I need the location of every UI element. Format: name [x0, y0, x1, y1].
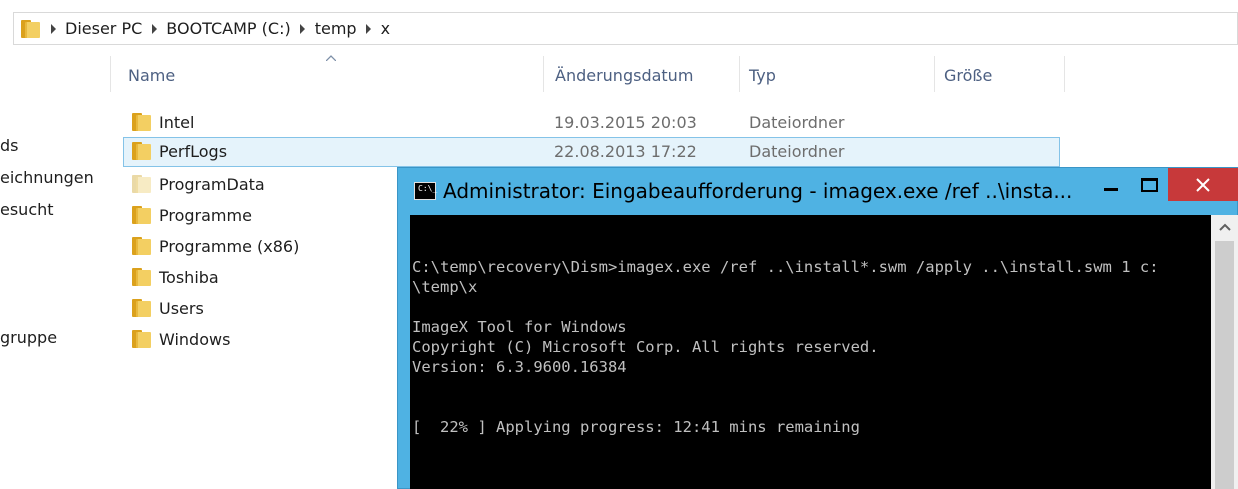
chevron-up-icon — [1218, 223, 1231, 231]
sort-up-icon — [326, 55, 336, 61]
file-name: Programme (x86) — [159, 237, 300, 256]
console-line: Copyright (C) Microsoft Corp. All rights… — [412, 338, 879, 356]
maximize-icon — [1140, 177, 1158, 192]
folder-icon — [130, 299, 151, 317]
folder-icon — [130, 142, 151, 160]
scroll-thumb[interactable] — [1215, 241, 1234, 489]
file-date: 19.03.2015 20:03 — [554, 113, 697, 132]
column-header-type[interactable]: Typ — [749, 66, 776, 88]
console-window[interactable]: C:\_ Administrator: Eingabeaufforderung … — [397, 167, 1238, 489]
file-date: 22.08.2013 17:22 — [554, 142, 697, 161]
file-name: PerfLogs — [159, 142, 228, 161]
file-row-perflogs[interactable]: PerfLogs 22.08.2013 17:22 Dateiordner — [123, 137, 1060, 167]
console-titlebar[interactable]: C:\_ Administrator: Eingabeaufforderung … — [398, 168, 1238, 214]
breadcrumb-x[interactable]: x — [381, 19, 390, 38]
console-title: Administrator: Eingabeaufforderung - ima… — [443, 179, 1073, 203]
nav-item[interactable]: ds — [0, 136, 19, 155]
progress-line: [ 22% ] Applying progress: 12:41 mins re… — [412, 418, 860, 436]
column-header-date[interactable]: Änderungsdatum — [555, 66, 693, 88]
folder-icon — [130, 113, 151, 131]
file-name: Users — [159, 299, 204, 318]
file-name: Windows — [159, 330, 231, 349]
address-bar[interactable]: Dieser PC BOOTCAMP (C:) temp x — [13, 12, 1238, 45]
folder-icon — [130, 268, 151, 286]
file-name: ProgramData — [159, 175, 265, 194]
vertical-scrollbar[interactable] — [1211, 215, 1238, 489]
chevron-right-icon[interactable] — [41, 23, 65, 34]
breadcrumb-dieser-pc[interactable]: Dieser PC — [65, 19, 142, 38]
file-name: Intel — [159, 113, 195, 132]
chevron-right-icon[interactable] — [357, 23, 381, 34]
nav-item[interactable]: gruppe — [0, 328, 57, 347]
breadcrumb-bootcamp[interactable]: BOOTCAMP (C:) — [166, 19, 290, 38]
folder-icon — [130, 175, 151, 193]
file-row-intel[interactable]: Intel 19.03.2015 20:03 Dateiordner — [123, 108, 1060, 138]
minimize-icon — [1104, 188, 1118, 191]
file-type: Dateiordner — [749, 113, 845, 132]
console-line: Version: 6.3.9600.16384 — [412, 358, 627, 376]
console-line: ImageX Tool for Windows — [412, 318, 627, 336]
chevron-right-icon[interactable] — [142, 23, 166, 34]
console-output[interactable]: C:\temp\recovery\Dism>imagex.exe /ref ..… — [410, 215, 1211, 489]
file-type: Dateiordner — [749, 142, 845, 161]
folder-icon — [130, 330, 151, 348]
maximize-button[interactable] — [1134, 168, 1164, 201]
folder-icon — [19, 19, 41, 38]
scroll-up-button[interactable] — [1211, 215, 1238, 239]
nav-item[interactable]: esucht — [0, 200, 54, 219]
chevron-right-icon[interactable] — [291, 23, 315, 34]
cmd-icon-label: C:\_ — [418, 184, 438, 193]
folder-icon — [130, 237, 151, 255]
console-line: \temp\x — [412, 278, 478, 296]
breadcrumb-temp[interactable]: temp — [315, 19, 357, 38]
nav-item[interactable]: eichnungen — [0, 168, 94, 187]
console-line: C:\temp\recovery\Dism>imagex.exe /ref ..… — [412, 258, 1159, 276]
minimize-button[interactable] — [1088, 168, 1134, 201]
file-name: Toshiba — [159, 268, 219, 287]
column-header-name[interactable]: Name — [128, 66, 175, 88]
close-button[interactable] — [1168, 168, 1238, 201]
file-name: Programme — [159, 206, 252, 225]
cmd-icon[interactable]: C:\_ — [414, 182, 438, 200]
column-header-size[interactable]: Größe — [944, 66, 992, 88]
folder-icon — [130, 206, 151, 224]
close-icon — [1196, 177, 1210, 192]
